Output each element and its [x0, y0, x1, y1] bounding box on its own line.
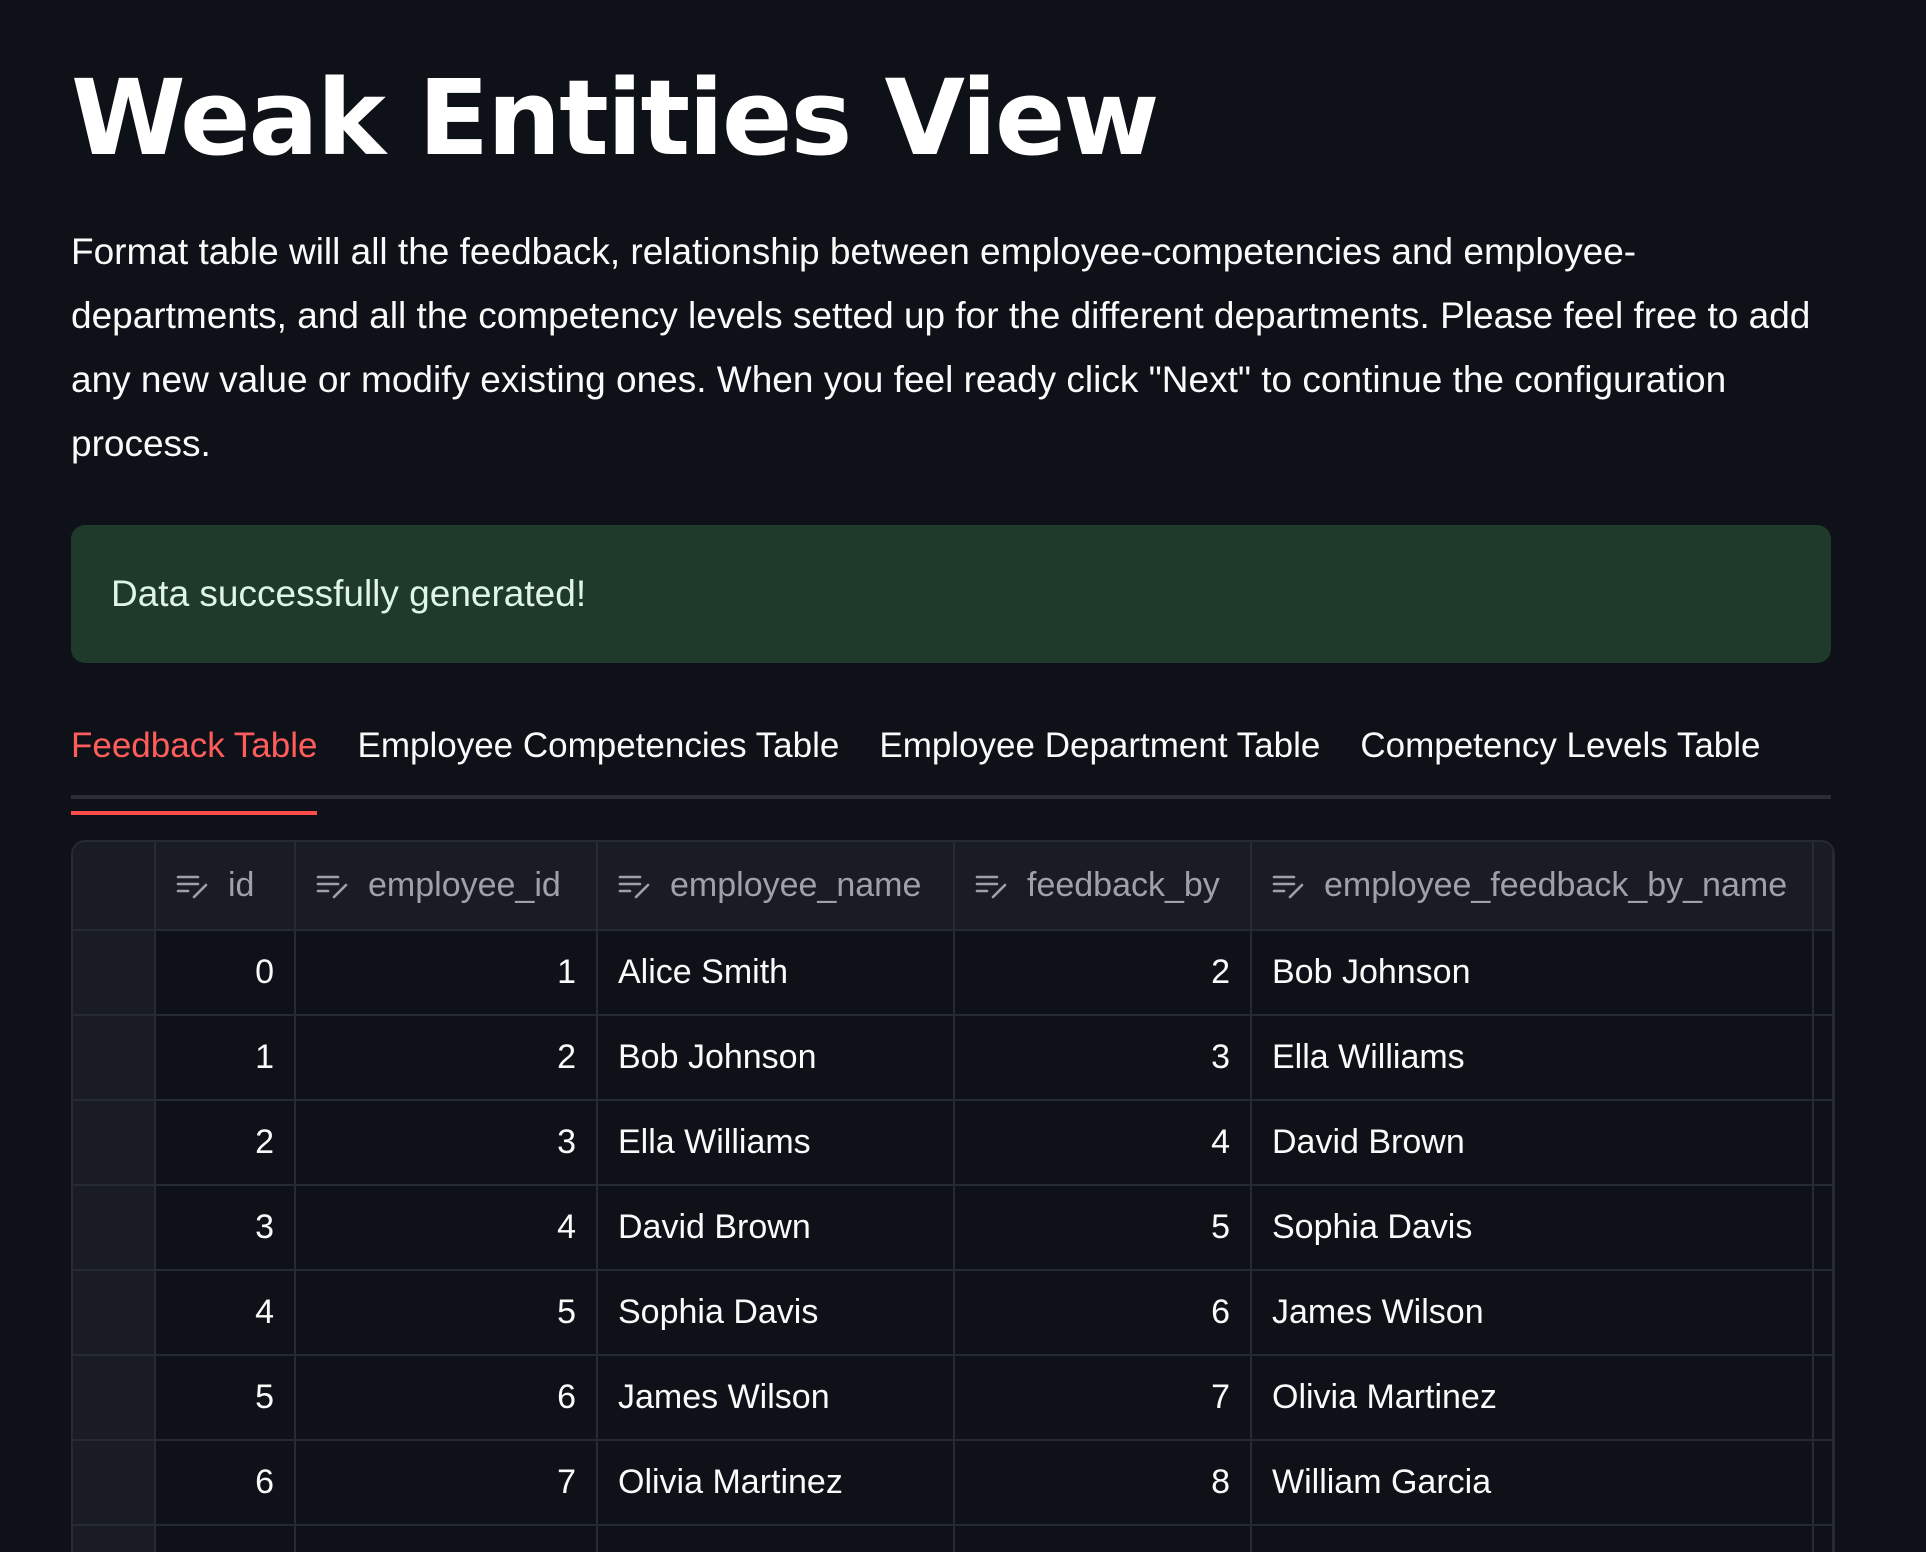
page-title: Weak Entities View	[71, 57, 1159, 179]
row-index-cell[interactable]	[73, 1440, 156, 1526]
cell-id[interactable]: 2	[155, 1100, 296, 1186]
cell-employee-name[interactable]: Bob Johnson	[597, 1015, 955, 1101]
cell-employee-feedback-by-name[interactable]: Bob Johnson	[1251, 930, 1814, 1016]
cell-employee-feedback-by-name[interactable]: Ella Williams	[1251, 1015, 1814, 1101]
text-edit-icon	[1272, 875, 1304, 898]
cell-employee-name[interactable]: Olivia Martinez	[597, 1440, 955, 1526]
tab-label: Competency Levels Table	[1360, 726, 1761, 765]
tab-employee-competencies-table[interactable]: Employee Competencies Table	[357, 713, 839, 795]
table-header-row: id employee_id employee_name feedback_by…	[73, 842, 1833, 931]
table-row	[73, 1525, 1833, 1552]
table-row: 2 3 Ella Williams 4 David Brown	[73, 1100, 1833, 1186]
column-header-label: employee_name	[670, 866, 922, 904]
text-edit-icon	[316, 875, 348, 898]
tab-label: Feedback Table	[71, 726, 318, 765]
column-header-employee-id[interactable]: employee_id	[295, 842, 598, 931]
cell-employee-name[interactable]	[597, 1525, 955, 1552]
table-row: 3 4 David Brown 5 Sophia Davis	[73, 1185, 1833, 1271]
column-header-label: employee_id	[368, 866, 561, 904]
cell-employee-feedback-by-name[interactable]: Sophia Davis	[1251, 1185, 1814, 1271]
tab-label: Employee Department Table	[879, 726, 1321, 765]
cell-employee-feedback-by-name[interactable]: David Brown	[1251, 1100, 1814, 1186]
page-description: Format table will all the feedback, rela…	[71, 231, 1811, 464]
tab-bar: Feedback Table Employee Competencies Tab…	[71, 713, 1831, 815]
cell-overflow	[1813, 930, 1833, 1016]
column-header-label: feedback_by	[1027, 866, 1220, 904]
column-header-feedback-by[interactable]: feedback_by	[954, 842, 1252, 931]
cell-employee-feedback-by-name[interactable]: James Wilson	[1251, 1270, 1814, 1356]
page: Weak Entities View Format table will all…	[0, 0, 1926, 1552]
cell-overflow	[1813, 1015, 1833, 1101]
cell-employee-id[interactable]: 2	[295, 1015, 598, 1101]
cell-employee-name[interactable]: Alice Smith	[597, 930, 955, 1016]
row-index-cell[interactable]	[73, 1270, 156, 1356]
tab-employee-department-table[interactable]: Employee Department Table	[879, 713, 1320, 795]
text-edit-icon	[975, 875, 1007, 898]
row-index-cell[interactable]	[73, 1100, 156, 1186]
row-index-cell[interactable]	[73, 930, 156, 1016]
column-header-overflow	[1813, 842, 1833, 931]
cell-feedback-by[interactable]: 8	[954, 1440, 1252, 1526]
cell-id[interactable]: 5	[155, 1355, 296, 1441]
cell-employee-name[interactable]: James Wilson	[597, 1355, 955, 1441]
cell-overflow	[1813, 1270, 1833, 1356]
table-row: 5 6 James Wilson 7 Olivia Martinez	[73, 1355, 1833, 1441]
cell-id[interactable]: 1	[155, 1015, 296, 1101]
cell-employee-id[interactable]: 5	[295, 1270, 598, 1356]
column-header-label: employee_feedback_by_name	[1324, 866, 1788, 904]
table-row: 0 1 Alice Smith 2 Bob Johnson	[73, 930, 1833, 1016]
success-alert-message: Data successfully generated!	[111, 573, 587, 614]
cell-feedback-by[interactable]: 6	[954, 1270, 1252, 1356]
data-editor-grid[interactable]: id employee_id employee_name feedback_by…	[71, 840, 1835, 1552]
cell-feedback-by[interactable]: 5	[954, 1185, 1252, 1271]
row-index-cell[interactable]	[73, 1355, 156, 1441]
cell-overflow	[1813, 1185, 1833, 1271]
cell-employee-feedback-by-name[interactable]: William Garcia	[1251, 1440, 1814, 1526]
row-index-header	[73, 842, 156, 931]
cell-id[interactable]: 4	[155, 1270, 296, 1356]
cell-overflow	[1813, 1100, 1833, 1186]
table-row: 1 2 Bob Johnson 3 Ella Williams	[73, 1015, 1833, 1101]
row-index-cell[interactable]	[73, 1525, 156, 1552]
cell-employee-id[interactable]: 7	[295, 1440, 598, 1526]
success-alert: Data successfully generated!	[71, 525, 1831, 663]
text-edit-icon	[618, 875, 650, 898]
cell-overflow	[1813, 1525, 1833, 1552]
cell-id[interactable]: 0	[155, 930, 296, 1016]
cell-employee-id[interactable]: 3	[295, 1100, 598, 1186]
row-index-cell[interactable]	[73, 1185, 156, 1271]
cell-employee-id[interactable]: 4	[295, 1185, 598, 1271]
tab-feedback-table[interactable]: Feedback Table	[71, 713, 318, 815]
cell-employee-feedback-by-name[interactable]	[1251, 1525, 1814, 1552]
cell-overflow	[1813, 1355, 1833, 1441]
column-header-id[interactable]: id	[155, 842, 296, 931]
tab-label: Employee Competencies Table	[357, 726, 840, 765]
cell-id[interactable]: 3	[155, 1185, 296, 1271]
cell-overflow	[1813, 1440, 1833, 1526]
cell-employee-id[interactable]: 6	[295, 1355, 598, 1441]
table-row: 4 5 Sophia Davis 6 James Wilson	[73, 1270, 1833, 1356]
cell-feedback-by[interactable]: 7	[954, 1355, 1252, 1441]
main-content: Weak Entities View Format table will all…	[71, 0, 1831, 815]
table-row: 6 7 Olivia Martinez 8 William Garcia	[73, 1440, 1833, 1526]
cell-feedback-by[interactable]: 3	[954, 1015, 1252, 1101]
feedback-table: id employee_id employee_name feedback_by…	[73, 842, 1833, 1552]
cell-id[interactable]: 6	[155, 1440, 296, 1526]
cell-employee-feedback-by-name[interactable]: Olivia Martinez	[1251, 1355, 1814, 1441]
cell-employee-name[interactable]: Ella Williams	[597, 1100, 955, 1186]
tab-competency-levels-table[interactable]: Competency Levels Table	[1360, 713, 1760, 795]
column-header-label: id	[228, 866, 255, 904]
cell-id[interactable]	[155, 1525, 296, 1552]
cell-employee-id[interactable]: 1	[295, 930, 598, 1016]
cell-feedback-by[interactable]: 2	[954, 930, 1252, 1016]
row-index-cell[interactable]	[73, 1015, 156, 1101]
cell-employee-name[interactable]: David Brown	[597, 1185, 955, 1271]
cell-employee-id[interactable]	[295, 1525, 598, 1552]
column-header-employee-name[interactable]: employee_name	[597, 842, 955, 931]
cell-feedback-by[interactable]: 4	[954, 1100, 1252, 1186]
cell-employee-name[interactable]: Sophia Davis	[597, 1270, 955, 1356]
cell-feedback-by[interactable]	[954, 1525, 1252, 1552]
column-header-employee-feedback-by-name[interactable]: employee_feedback_by_name	[1251, 842, 1814, 931]
text-edit-icon	[176, 875, 208, 898]
